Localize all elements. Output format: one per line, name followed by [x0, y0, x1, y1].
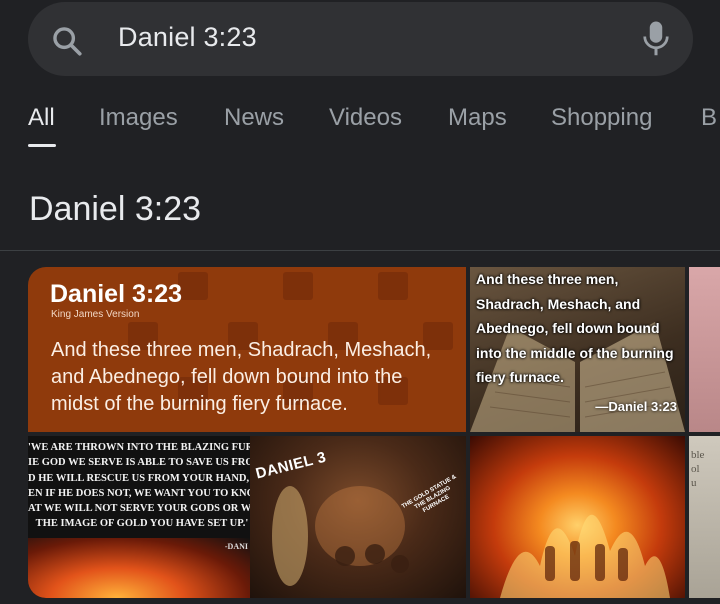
card-reference: —Daniel 3:23 — [595, 399, 677, 414]
tab-all[interactable]: All — [28, 104, 55, 132]
tab-books[interactable]: B — [701, 104, 717, 132]
card-verse: And these three men, Shadrach, Meshach, … — [476, 271, 674, 385]
tab-images[interactable]: Images — [99, 104, 178, 132]
flames-image — [500, 514, 670, 598]
card-verse: And these three men, Shadrach, Meshach, … — [51, 339, 432, 415]
card-text: ble ol u — [691, 449, 705, 489]
card-quote: 'WE ARE THROWN INTO THE BLAZING FURNAC I… — [28, 442, 250, 530]
active-tab-indicator — [28, 144, 56, 147]
card-title: Daniel 3:23 — [50, 280, 183, 308]
fire-image — [28, 538, 250, 598]
card-version: King James Version — [51, 309, 140, 320]
image-result-fiery-furnace[interactable] — [470, 436, 685, 598]
search-tabs: All Images News Videos Maps Shopping B — [0, 100, 720, 148]
microphone-icon[interactable] — [641, 20, 671, 58]
result-heading: Daniel 3:23 — [29, 190, 202, 228]
search-bar[interactable]: Daniel 3:23 — [28, 2, 693, 76]
tab-news[interactable]: News — [224, 104, 284, 132]
tab-shopping[interactable]: Shopping — [551, 104, 652, 132]
card-signature: -DANI — [224, 542, 248, 551]
search-icon[interactable] — [50, 24, 84, 58]
image-result-kjv-card[interactable]: Daniel 3:23 King James Version And these… — [28, 267, 466, 432]
image-result-manuscript[interactable]: ble ol u — [689, 436, 720, 598]
image-result-partial[interactable] — [689, 267, 720, 432]
image-result-open-bible[interactable]: And these three men, Shadrach, Meshach, … — [470, 267, 685, 432]
tab-videos[interactable]: Videos — [329, 104, 402, 132]
search-input[interactable]: Daniel 3:23 — [118, 22, 257, 53]
tab-maps[interactable]: Maps — [448, 104, 507, 132]
divider — [0, 250, 720, 251]
image-result-daniel-3-painting[interactable]: DANIEL 3 THE GOLD STATUE & THE BLAZING F… — [250, 436, 466, 598]
image-result-furnace-quote[interactable]: 'WE ARE THROWN INTO THE BLAZING FURNAC I… — [28, 436, 250, 598]
